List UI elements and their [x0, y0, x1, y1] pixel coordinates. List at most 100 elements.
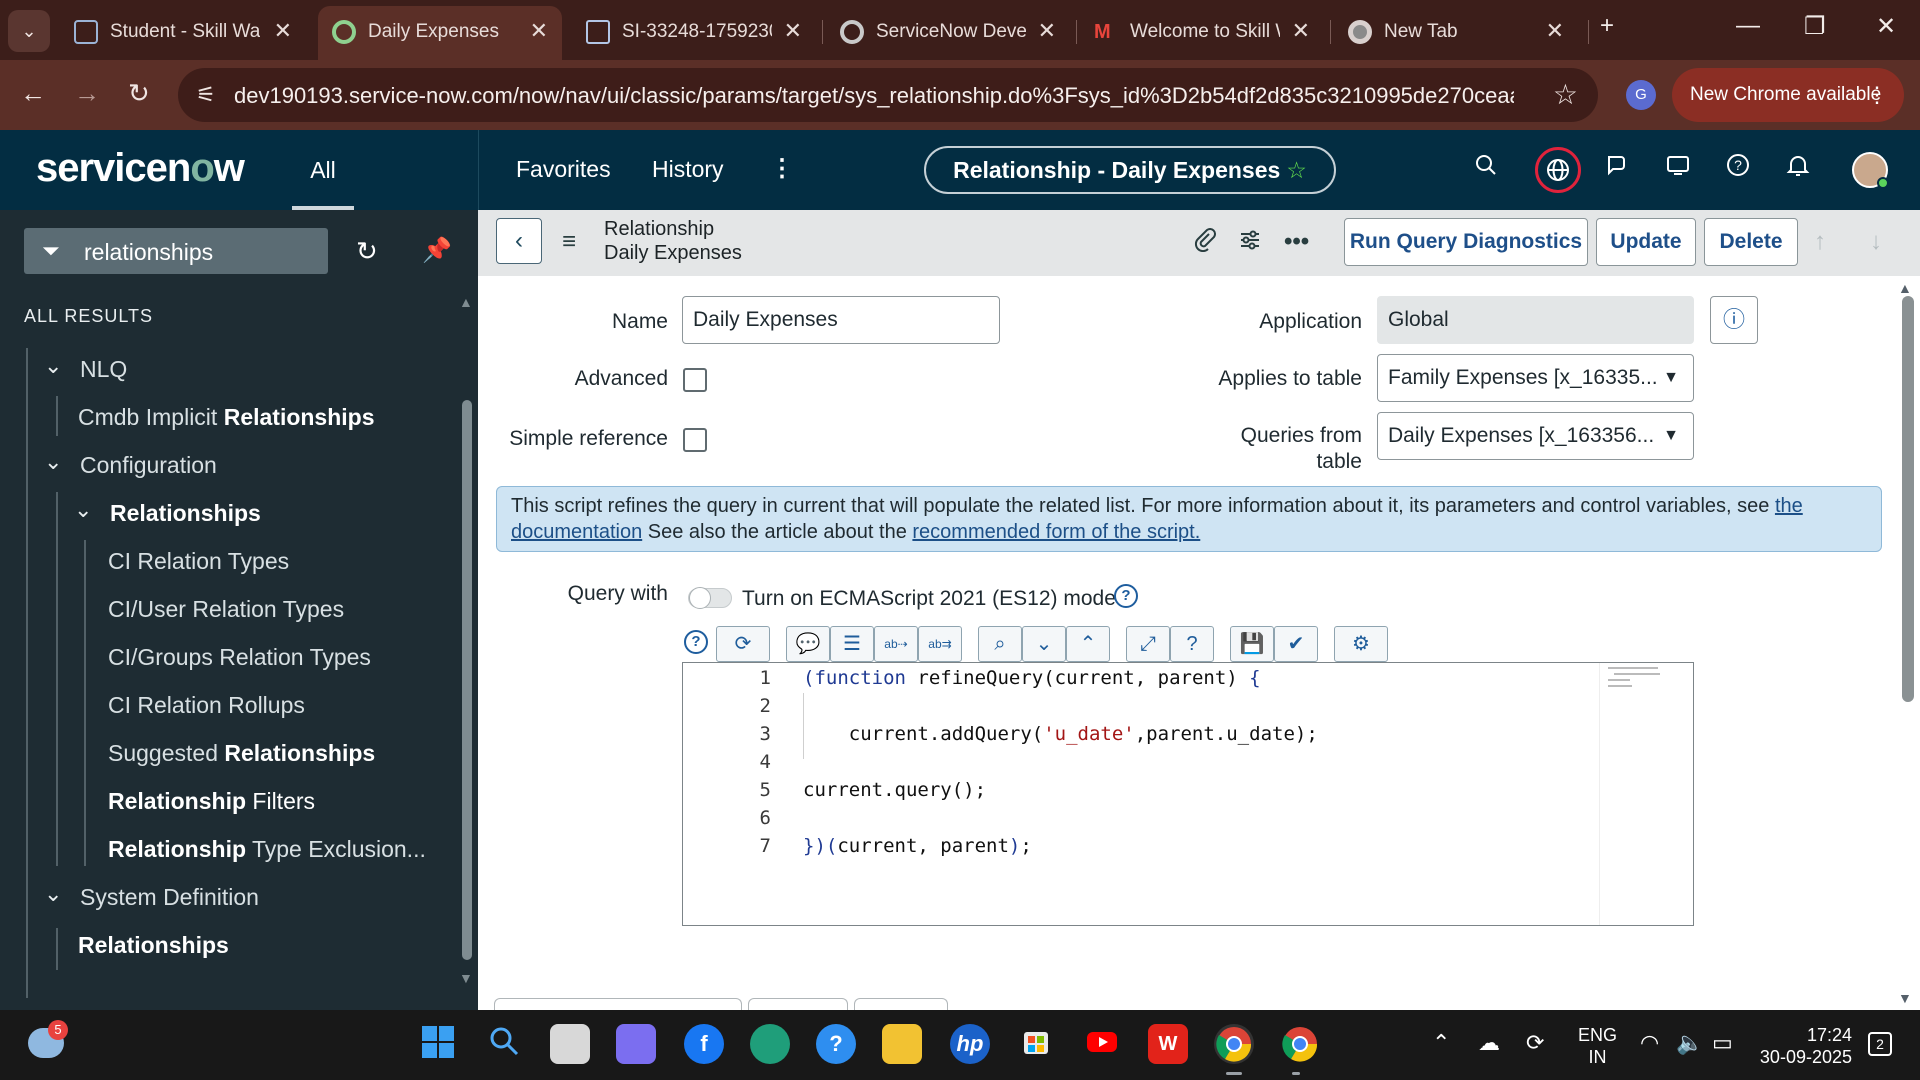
delete-button[interactable]: Delete [1704, 218, 1798, 266]
code-line-3[interactable]: current.addQuery('u_date',parent.u_date)… [803, 723, 1318, 745]
browser-tab-new-tab[interactable]: New Tab ✕ [1334, 6, 1578, 58]
tab-search-dropdown-icon[interactable]: ⌄ [8, 10, 50, 52]
notification-center-icon[interactable]: 2 [1868, 1032, 1892, 1056]
script-code-editor[interactable]: 1 2 3 4 5 6 7 (function refineQuery(curr… [682, 662, 1694, 926]
minimize-icon[interactable]: — [1736, 12, 1760, 40]
onedrive-cloud-icon[interactable]: ☁ [1478, 1030, 1500, 1056]
chrome-update-button[interactable]: New Chrome available ⋮ [1672, 68, 1904, 122]
get-help-icon[interactable]: ? [816, 1024, 856, 1064]
nav-item-ci-groups-relation-types[interactable]: CI/Groups Relation Types [108, 644, 371, 671]
refresh-icon[interactable]: ↻ [356, 236, 378, 267]
run-query-diagnostics-button[interactable]: Run Query Diagnostics [1344, 218, 1588, 266]
more-horizontal-icon[interactable]: ••• [1284, 228, 1309, 256]
nav-item-suggested-relationships[interactable]: Suggested Relationships [108, 740, 375, 767]
close-icon[interactable]: ✕ [784, 18, 802, 44]
scroll-down-icon[interactable]: ▼ [459, 970, 473, 986]
scroll-down-icon[interactable]: ▼ [1898, 990, 1912, 1006]
system-clock[interactable]: 17:24 30-09-2025 [1758, 1024, 1852, 1068]
browser-tab-gmail[interactable]: M Welcome to Skill W ✕ [1080, 6, 1324, 58]
info-icon[interactable]: ⓘ [1710, 296, 1758, 344]
notification-bell-icon[interactable] [1780, 152, 1816, 188]
sync-icon[interactable]: ⟳ [1526, 1030, 1544, 1056]
editor-help-icon[interactable]: ? [684, 630, 708, 654]
script-debugger-icon[interactable]: ⚙ [1334, 626, 1388, 662]
windows-start-icon[interactable] [418, 1024, 458, 1064]
chevron-down-icon[interactable]: ⌄ [44, 353, 62, 379]
save-icon[interactable]: 💾 [1230, 626, 1274, 662]
applies-to-table-select[interactable]: Family Expenses [x_16335... ▼ [1377, 354, 1694, 402]
close-icon[interactable]: ✕ [1292, 18, 1310, 44]
nav-item-nlq[interactable]: NLQ [80, 356, 127, 383]
search-icon[interactable] [484, 1024, 524, 1064]
search-icon[interactable] [1468, 152, 1504, 188]
documentation-link[interactable]: documentation [511, 521, 642, 543]
name-input[interactable]: Daily Expenses [682, 296, 1000, 344]
form-scrollbar[interactable] [1902, 296, 1914, 702]
facebook-icon[interactable]: f [684, 1024, 724, 1064]
scroll-up-icon[interactable]: ▲ [459, 294, 473, 310]
nav-item-ci-relation-types[interactable]: CI Relation Types [108, 548, 289, 575]
back-arrow-icon[interactable]: ← [20, 78, 46, 109]
globe-icon[interactable] [1535, 147, 1581, 193]
close-icon[interactable]: ✕ [274, 18, 292, 44]
nav-item-configuration[interactable]: Configuration [80, 452, 217, 479]
attachment-paperclip-icon[interactable] [1194, 228, 1216, 259]
forward-arrow-icon[interactable]: → [74, 78, 100, 109]
chevron-down-icon[interactable]: ⌄ [44, 881, 62, 907]
fullscreen-icon[interactable]: ⤢ [1126, 626, 1170, 662]
hp-icon[interactable]: hp [950, 1024, 990, 1064]
chat-icon[interactable] [1600, 152, 1636, 188]
back-button[interactable]: ‹ [496, 218, 542, 264]
nav-item-system-definition[interactable]: System Definition [80, 884, 259, 911]
site-settings-icon[interactable]: ⚟ [196, 82, 216, 108]
update-button[interactable]: Update [1596, 218, 1696, 266]
youtube-icon[interactable] [1082, 1024, 1122, 1064]
replace-all-icon[interactable]: ab⇉ [918, 626, 962, 662]
find-previous-icon[interactable]: ⌃ [1066, 626, 1110, 662]
restore-icon[interactable]: ❐ [1804, 12, 1826, 41]
screen-share-icon[interactable] [1660, 152, 1696, 188]
copilot-icon[interactable] [616, 1024, 656, 1064]
scroll-up-icon[interactable]: ▲ [1898, 280, 1912, 296]
browser-tab-si-document[interactable]: SI-33248-1759230 ✕ [572, 6, 816, 58]
code-line-7[interactable]: })(current, parent); [803, 835, 1032, 857]
queries-from-table-select[interactable]: Daily Expenses [x_163356... ▼ [1377, 412, 1694, 460]
close-icon[interactable]: ✕ [1038, 18, 1056, 44]
filter-text[interactable]: relationships [84, 239, 213, 266]
more-vertical-icon[interactable]: ⋮ [770, 154, 794, 183]
close-icon[interactable]: ✕ [530, 18, 548, 44]
browser-tab-daily-expenses[interactable]: Daily Expenses | Re ✕ [318, 6, 562, 60]
microsoft-store-icon[interactable] [1016, 1024, 1056, 1064]
find-next-icon[interactable]: ⌄ [1022, 626, 1066, 662]
nav-item-ci-relation-rollups[interactable]: CI Relation Rollups [108, 692, 305, 719]
nav-item-relationship-type-exclusion[interactable]: Relationship Type Exclusion... [108, 836, 426, 863]
help-icon[interactable]: ? [1170, 626, 1214, 662]
servicenow-logo[interactable]: servicenow [36, 146, 245, 191]
wps-office-icon[interactable]: W [1148, 1024, 1188, 1064]
nav-item-relationships-module[interactable]: Relationships [110, 500, 261, 527]
recommended-form-link[interactable]: recommended form of the script. [912, 521, 1200, 543]
advanced-checkbox[interactable] [683, 368, 707, 392]
navigator-scrollbar[interactable] [462, 400, 472, 960]
es12-mode-toggle[interactable] [688, 587, 732, 609]
comment-icon[interactable]: 💬 [786, 626, 830, 662]
bookmark-star-icon[interactable]: ☆ [1553, 78, 1578, 111]
context-title-pill[interactable]: Relationship - Daily Expenses ☆ [924, 146, 1336, 194]
help-icon[interactable]: ? [1720, 152, 1756, 188]
documentation-link[interactable]: the [1775, 495, 1803, 517]
profile-avatar[interactable]: G [1626, 80, 1656, 110]
file-explorer-icon[interactable] [882, 1024, 922, 1064]
chevron-down-icon[interactable]: ⌄ [74, 497, 92, 523]
new-tab-plus-icon[interactable]: + [1600, 12, 1614, 40]
task-view-icon[interactable] [550, 1024, 590, 1064]
toggle-syntax-editor-icon[interactable]: ⟳ [716, 626, 770, 662]
replace-icon[interactable]: ab⇢ [874, 626, 918, 662]
format-code-icon[interactable]: ☰ [830, 626, 874, 662]
url-text[interactable]: dev190193.service-now.com/now/nav/ui/cla… [234, 83, 1514, 109]
history-menu[interactable]: History [652, 156, 724, 183]
help-icon[interactable]: ? [1114, 584, 1138, 608]
close-icon[interactable]: ✕ [1546, 18, 1564, 44]
nav-item-cmdb-implicit-relationships[interactable]: Cmdb Implicit Relationships [78, 404, 375, 431]
nav-item-ci-user-relation-types[interactable]: CI/User Relation Types [108, 596, 344, 623]
check-syntax-icon[interactable]: ✔ [1274, 626, 1318, 662]
